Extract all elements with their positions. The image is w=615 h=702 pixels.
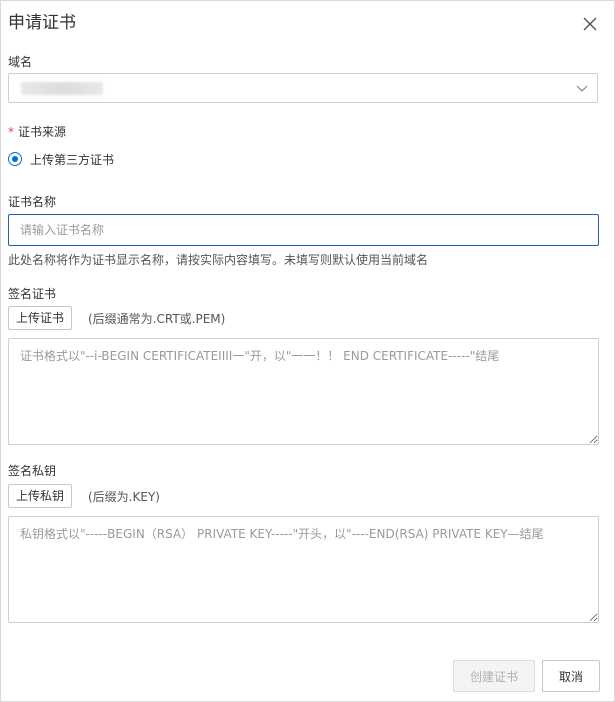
dialog-title: 申请证书 — [8, 13, 76, 33]
signed-cert-label: 签名证书 — [8, 287, 57, 301]
domain-select[interactable] — [8, 73, 598, 103]
create-certificate-button[interactable]: 创建证书 — [453, 660, 535, 692]
close-icon — [583, 17, 597, 31]
cert-source-label: * 证书来源 — [8, 124, 66, 140]
private-key-textarea[interactable] — [8, 516, 599, 623]
cert-content-textarea[interactable] — [8, 338, 599, 445]
upload-key-button[interactable]: 上传私钥 — [8, 484, 73, 508]
radio-upload-third-party[interactable]: 上传第三方证书 — [8, 151, 114, 167]
close-button[interactable] — [579, 13, 601, 35]
cancel-button[interactable]: 取消 — [542, 660, 600, 692]
required-mark: * — [8, 125, 14, 139]
cert-name-help: 此处名称将作为证书显示名称，请按实际内容填写。未填写则默认使用当前域名 — [8, 253, 429, 267]
private-key-label: 签名私钥 — [8, 464, 57, 478]
cert-suffix-hint: (后缀通常为.CRT或.PEM) — [88, 312, 226, 326]
apply-certificate-dialog: 申请证书 域名 * 证书来源 上传第三方证书 证书名称 此处名称将作为证书显示名称… — [0, 0, 615, 702]
domain-selected-value — [21, 82, 103, 95]
cert-source-label-text: 证书来源 — [18, 125, 67, 139]
upload-cert-button[interactable]: 上传证书 — [8, 306, 73, 330]
chevron-down-icon — [576, 85, 588, 92]
radio-label: 上传第三方证书 — [30, 152, 115, 167]
domain-label: 域名 — [8, 55, 33, 69]
radio-checked-icon — [8, 152, 22, 166]
key-suffix-hint: (后缀为.KEY) — [88, 490, 160, 504]
cert-name-label: 证书名称 — [8, 195, 57, 209]
cert-name-input[interactable] — [8, 214, 599, 246]
